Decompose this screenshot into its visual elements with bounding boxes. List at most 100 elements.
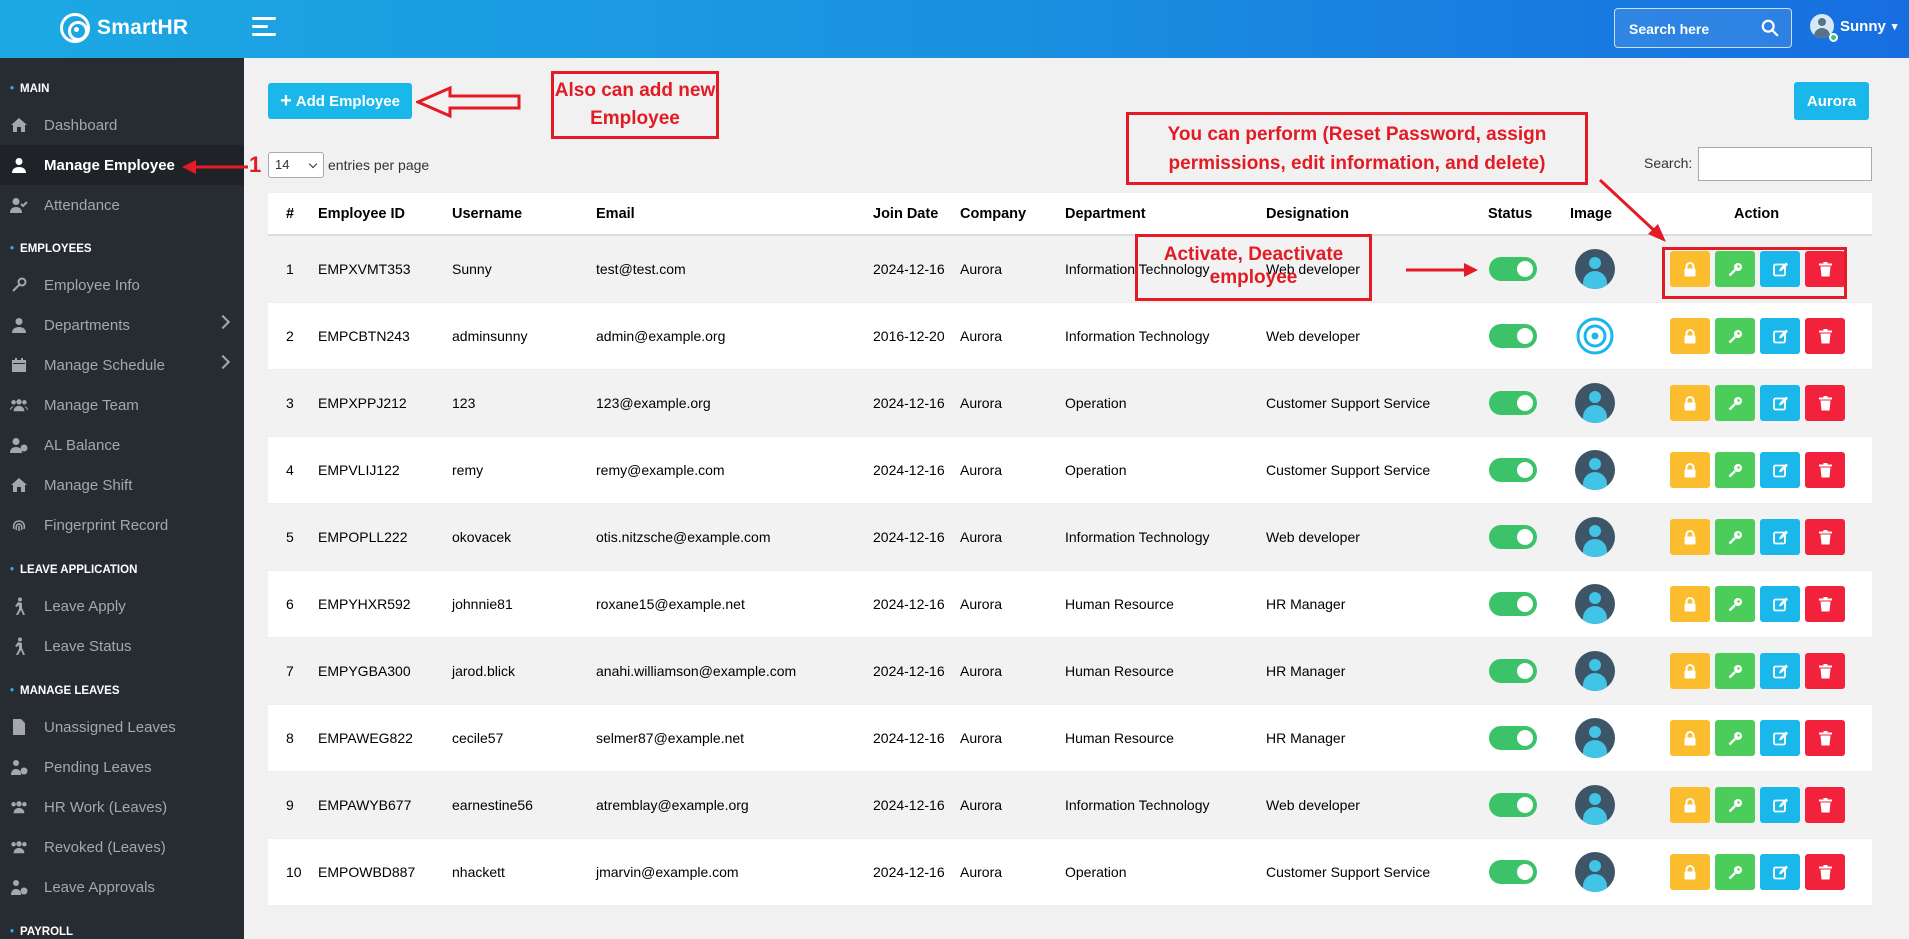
edit-button[interactable] (1760, 586, 1800, 622)
col-department[interactable]: Department (1065, 206, 1146, 222)
col-email[interactable]: Email (596, 206, 635, 222)
permissions-button[interactable] (1715, 787, 1755, 823)
sidebar-item-label: Pending Leaves (44, 758, 152, 776)
permissions-button[interactable] (1715, 385, 1755, 421)
cell-designation: Customer Support Service (1266, 462, 1431, 478)
edit-button[interactable] (1760, 519, 1800, 555)
reset-password-button[interactable] (1670, 586, 1710, 622)
permissions-button[interactable] (1715, 586, 1755, 622)
status-toggle[interactable] (1489, 793, 1537, 817)
user-clock-icon (10, 878, 28, 896)
edit-button[interactable] (1760, 385, 1800, 421)
delete-button[interactable] (1805, 586, 1845, 622)
col-join-date[interactable]: Join Date (873, 206, 938, 222)
permissions-button[interactable] (1715, 653, 1755, 689)
company-button[interactable]: Aurora (1794, 82, 1869, 120)
col-status[interactable]: Status (1488, 206, 1532, 222)
col-username[interactable]: Username (452, 206, 522, 222)
edit-button[interactable] (1760, 854, 1800, 890)
edit-button[interactable] (1760, 720, 1800, 756)
cell-row-number: 10 (286, 864, 302, 880)
delete-button[interactable] (1805, 452, 1845, 488)
status-toggle[interactable] (1489, 257, 1537, 281)
delete-button[interactable] (1805, 720, 1845, 756)
sidebar-item-revoked-leaves[interactable]: Revoked (Leaves) (0, 827, 244, 867)
status-toggle[interactable] (1489, 391, 1537, 415)
cell-username: 123 (452, 395, 476, 411)
header-search[interactable]: Search here (1614, 8, 1792, 48)
lock-icon (1683, 730, 1697, 746)
reset-password-button[interactable] (1670, 787, 1710, 823)
cell-company: Aurora (960, 730, 1003, 746)
edit-button[interactable] (1760, 653, 1800, 689)
permissions-button[interactable] (1715, 854, 1755, 890)
entries-select[interactable]: 14 (268, 152, 324, 178)
status-toggle[interactable] (1489, 726, 1537, 750)
status-toggle[interactable] (1489, 458, 1537, 482)
delete-button[interactable] (1805, 385, 1845, 421)
sidebar-item-fingerprint-record[interactable]: Fingerprint Record (0, 505, 244, 545)
reset-password-button[interactable] (1670, 854, 1710, 890)
permissions-button[interactable] (1715, 318, 1755, 354)
delete-button[interactable] (1805, 653, 1845, 689)
sidebar-item-pending-leaves[interactable]: Pending Leaves (0, 747, 244, 787)
cell-username: nhackett (452, 864, 505, 880)
table-search-input[interactable] (1698, 147, 1872, 181)
col-employee-id[interactable]: Employee ID (318, 206, 405, 222)
user-menu[interactable]: Sunny ▾ (1810, 14, 1897, 38)
cell-department: Human Resource (1065, 730, 1174, 746)
reset-password-button[interactable] (1670, 519, 1710, 555)
sidebar-item-manage-shift[interactable]: Manage Shift (0, 465, 244, 505)
col-number[interactable]: # (286, 206, 294, 222)
sidebar-item-leave-apply[interactable]: Leave Apply (0, 586, 244, 626)
sidebar-item-employee-info[interactable]: Employee Info (0, 265, 244, 305)
permissions-button[interactable] (1715, 720, 1755, 756)
add-employee-button[interactable]: + Add Employee (268, 83, 412, 119)
user-icon (10, 156, 28, 174)
cell-employee-id: EMPOWBD887 (318, 864, 416, 880)
sidebar-item-hr-work-leaves[interactable]: HR Work (Leaves) (0, 787, 244, 827)
edit-button[interactable] (1760, 452, 1800, 488)
reset-password-button[interactable] (1670, 385, 1710, 421)
col-designation[interactable]: Designation (1266, 206, 1349, 222)
status-toggle[interactable] (1489, 659, 1537, 683)
sidebar-item-leave-status[interactable]: Leave Status (0, 626, 244, 666)
sidebar-item-attendance[interactable]: Attendance (0, 185, 244, 225)
delete-button[interactable] (1805, 318, 1845, 354)
sidebar-item-leave-approvals[interactable]: Leave Approvals (0, 867, 244, 907)
cell-department: Information Technology (1065, 797, 1210, 813)
permissions-button[interactable] (1715, 452, 1755, 488)
delete-button[interactable] (1805, 854, 1845, 890)
reset-password-button[interactable] (1670, 653, 1710, 689)
search-icon[interactable] (1761, 19, 1779, 37)
edit-button[interactable] (1760, 318, 1800, 354)
app-logo[interactable]: SmartHR (60, 13, 188, 43)
sidebar-item-al-balance[interactable]: AL Balance (0, 425, 244, 465)
status-toggle[interactable] (1489, 860, 1537, 884)
status-toggle[interactable] (1489, 592, 1537, 616)
menu-toggle-icon[interactable] (252, 17, 276, 39)
status-toggle[interactable] (1489, 324, 1537, 348)
annotation-actions-outline (1662, 247, 1847, 299)
team-icon (10, 396, 28, 414)
sidebar-item-departments[interactable]: Departments (0, 305, 244, 345)
sidebar-item-manage-schedule[interactable]: Manage Schedule (0, 345, 244, 385)
delete-button[interactable] (1805, 519, 1845, 555)
key-icon (1728, 798, 1743, 813)
edit-button[interactable] (1760, 787, 1800, 823)
walking-icon (10, 597, 28, 615)
sidebar-item-label: Dashboard (44, 116, 118, 134)
edit-icon (1772, 463, 1788, 478)
sidebar-item-unassigned-leaves[interactable]: Unassigned Leaves (0, 707, 244, 747)
sidebar-item-manage-team[interactable]: Manage Team (0, 385, 244, 425)
col-company[interactable]: Company (960, 206, 1026, 222)
delete-button[interactable] (1805, 787, 1845, 823)
reset-password-button[interactable] (1670, 452, 1710, 488)
sidebar-item-dashboard[interactable]: Dashboard (0, 105, 244, 145)
employee-avatar (1575, 785, 1615, 825)
status-toggle[interactable] (1489, 525, 1537, 549)
edit-icon (1772, 865, 1788, 880)
reset-password-button[interactable] (1670, 318, 1710, 354)
reset-password-button[interactable] (1670, 720, 1710, 756)
permissions-button[interactable] (1715, 519, 1755, 555)
